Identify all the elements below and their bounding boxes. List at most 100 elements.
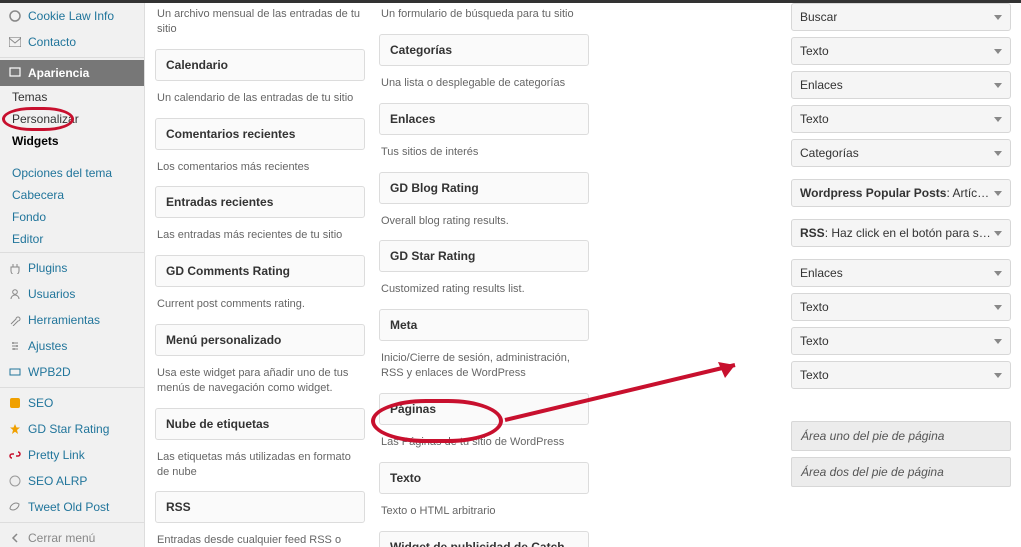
placed-widget-label: Texto bbox=[800, 112, 829, 126]
placed-widget-5[interactable]: Wordpress Popular Posts: Artículos m bbox=[791, 179, 1011, 207]
sidebar-label: Ajustes bbox=[28, 339, 67, 353]
available-widget-r6[interactable]: Páginas bbox=[379, 393, 589, 425]
placed-widget-label: Texto bbox=[800, 44, 829, 58]
placed-widget-8[interactable]: Texto bbox=[791, 293, 1011, 321]
widget-desc: Las Páginas de tu sitio de WordPress bbox=[379, 431, 589, 462]
widget-title: Categorías bbox=[390, 43, 578, 57]
widget-desc: Un archivo mensual de las entradas de tu… bbox=[155, 3, 365, 49]
chevron-down-icon bbox=[994, 117, 1002, 122]
plugins-icon bbox=[8, 261, 22, 275]
sidebar-sub-fondo[interactable]: Fondo bbox=[0, 206, 144, 228]
widget-title: Entradas recientes bbox=[166, 195, 354, 209]
sidebar-item-ajustes[interactable]: Ajustes bbox=[0, 333, 144, 359]
available-widget-r5[interactable]: Meta bbox=[379, 309, 589, 341]
widget-desc: Tus sitios de interés bbox=[379, 141, 589, 172]
sidebar-sub-opciones-tema[interactable]: Opciones del tema bbox=[0, 162, 144, 184]
widget-title: Páginas bbox=[390, 402, 578, 416]
placed-widget-1[interactable]: Texto bbox=[791, 37, 1011, 65]
sidebar-sub-editor[interactable]: Editor bbox=[0, 228, 144, 250]
widget-title: Texto bbox=[390, 471, 578, 485]
widget-desc: Overall blog rating results. bbox=[379, 210, 589, 241]
sidebar-item-cookie[interactable]: Cookie Law Info bbox=[0, 3, 144, 29]
sidebar-item-wpb2d[interactable]: WPB2D bbox=[0, 359, 144, 385]
available-widget-r3[interactable]: GD Blog Rating bbox=[379, 172, 589, 204]
placed-widget-7[interactable]: Enlaces bbox=[791, 259, 1011, 287]
sidebar-sub-temas[interactable]: Temas bbox=[0, 86, 144, 108]
sidebar-item-gdstar[interactable]: GD Star Rating bbox=[0, 416, 144, 442]
sidebar-item-contacto[interactable]: Contacto bbox=[0, 29, 144, 55]
sidebar-item-herramientas[interactable]: Herramientas bbox=[0, 307, 144, 333]
sidebar-label: GD Star Rating bbox=[28, 422, 109, 436]
chevron-down-icon bbox=[994, 373, 1002, 378]
widget-title: RSS bbox=[166, 500, 354, 514]
widget-desc: Inicio/Cierre de sesión, administración,… bbox=[379, 347, 589, 393]
sidebar-item-prettylink[interactable]: Pretty Link bbox=[0, 442, 144, 468]
sidebar-sub-cabecera[interactable]: Cabecera bbox=[0, 184, 144, 206]
placed-widget-3[interactable]: Texto bbox=[791, 105, 1011, 133]
available-widget-l3[interactable]: Entradas recientes bbox=[155, 186, 365, 218]
available-widget-r2[interactable]: Enlaces bbox=[379, 103, 589, 135]
placed-widget-0[interactable]: Buscar bbox=[791, 3, 1011, 31]
widget-title: GD Blog Rating bbox=[390, 181, 578, 195]
contact-icon bbox=[8, 35, 22, 49]
sidebar-label: SEO ALRP bbox=[28, 474, 87, 488]
admin-sidebar: Cookie Law Info Contacto Apariencia Tema… bbox=[0, 3, 145, 547]
active-sidebar-widgets: Buscar Texto Enlaces Texto Categorías Wordpre… bbox=[791, 3, 1011, 547]
available-widget-l6[interactable]: Nube de etiquetas bbox=[155, 408, 365, 440]
widget-desc: Las entradas más recientes de tu sitio bbox=[155, 224, 365, 255]
settings-icon bbox=[8, 339, 22, 353]
sidebar-item-seoalrp[interactable]: SEO ALRP bbox=[0, 468, 144, 494]
sidebar-label: Usuarios bbox=[28, 287, 75, 301]
widget-desc: Entradas desde cualquier feed RSS o Atom bbox=[155, 529, 365, 547]
widget-title: Nube de etiquetas bbox=[166, 417, 354, 431]
chevron-down-icon bbox=[994, 83, 1002, 88]
sidebar-item-usuarios[interactable]: Usuarios bbox=[0, 281, 144, 307]
main-content: Un archivo mensual de las entradas de tu… bbox=[145, 3, 1021, 547]
sidebar-label: SEO bbox=[28, 396, 53, 410]
placed-widget-label: Texto bbox=[800, 368, 829, 382]
placed-widget-9[interactable]: Texto bbox=[791, 327, 1011, 355]
sidebar-sub-widgets[interactable]: Widgets bbox=[0, 130, 144, 152]
available-widget-r1[interactable]: Categorías bbox=[379, 34, 589, 66]
seoalrp-icon bbox=[8, 474, 22, 488]
seo-icon bbox=[8, 396, 22, 410]
footer-widget-area-1[interactable]: Área dos del pie de página bbox=[791, 457, 1011, 487]
chevron-down-icon bbox=[994, 151, 1002, 156]
sidebar-label: Tweet Old Post bbox=[28, 500, 109, 514]
available-widget-r4[interactable]: GD Star Rating bbox=[379, 240, 589, 272]
available-widget-l2[interactable]: Comentarios recientes bbox=[155, 118, 365, 150]
widget-desc: Un formulario de búsqueda para tu sitio bbox=[379, 3, 589, 34]
sidebar-label: Cookie Law Info bbox=[28, 9, 114, 23]
placed-widget-4[interactable]: Categorías bbox=[791, 139, 1011, 167]
available-widget-l1[interactable]: Calendario bbox=[155, 49, 365, 81]
placed-widget-2[interactable]: Enlaces bbox=[791, 71, 1011, 99]
tools-icon bbox=[8, 313, 22, 327]
available-widget-l7[interactable]: RSS bbox=[155, 491, 365, 523]
placed-widget-10[interactable]: Texto bbox=[791, 361, 1011, 389]
widget-desc: Current post comments rating. bbox=[155, 293, 365, 324]
sidebar-sub-personalizar[interactable]: Personalizar bbox=[0, 108, 144, 130]
widget-desc: Customized rating results list. bbox=[379, 278, 589, 309]
placed-widget-6[interactable]: RSS: Haz click en el botón para suscrit bbox=[791, 219, 1011, 247]
widget-desc: Las etiquetas más utilizadas en formato … bbox=[155, 446, 365, 492]
sidebar-label: Herramientas bbox=[28, 313, 100, 327]
sidebar-label: Apariencia bbox=[28, 66, 89, 80]
sidebar-item-plugins[interactable]: Plugins bbox=[0, 255, 144, 281]
cookie-icon bbox=[8, 9, 22, 23]
collapse-menu[interactable]: Cerrar menú bbox=[0, 525, 144, 547]
available-widget-r7[interactable]: Texto bbox=[379, 462, 589, 494]
sidebar-label: Contacto bbox=[28, 35, 76, 49]
sidebar-item-tweet[interactable]: Tweet Old Post bbox=[0, 494, 144, 520]
footer-widget-area-0[interactable]: Área uno del pie de página bbox=[791, 421, 1011, 451]
available-widget-l5[interactable]: Menú personalizado bbox=[155, 324, 365, 356]
widget-title: GD Comments Rating bbox=[166, 264, 354, 278]
available-widget-r8[interactable]: Widget de publicidad de Catch Box bbox=[379, 531, 589, 547]
chevron-down-icon bbox=[994, 339, 1002, 344]
placed-widget-label: Texto bbox=[800, 334, 829, 348]
available-widget-l4[interactable]: GD Comments Rating bbox=[155, 255, 365, 287]
placed-widget-label: Wordpress Popular Posts: Artículos m bbox=[800, 186, 994, 200]
sidebar-item-apariencia[interactable]: Apariencia bbox=[0, 60, 144, 86]
widget-desc: Texto o HTML arbitrario bbox=[379, 500, 589, 531]
placed-widget-label: RSS: Haz click en el botón para suscrit bbox=[800, 226, 994, 240]
sidebar-item-seo[interactable]: SEO bbox=[0, 390, 144, 416]
